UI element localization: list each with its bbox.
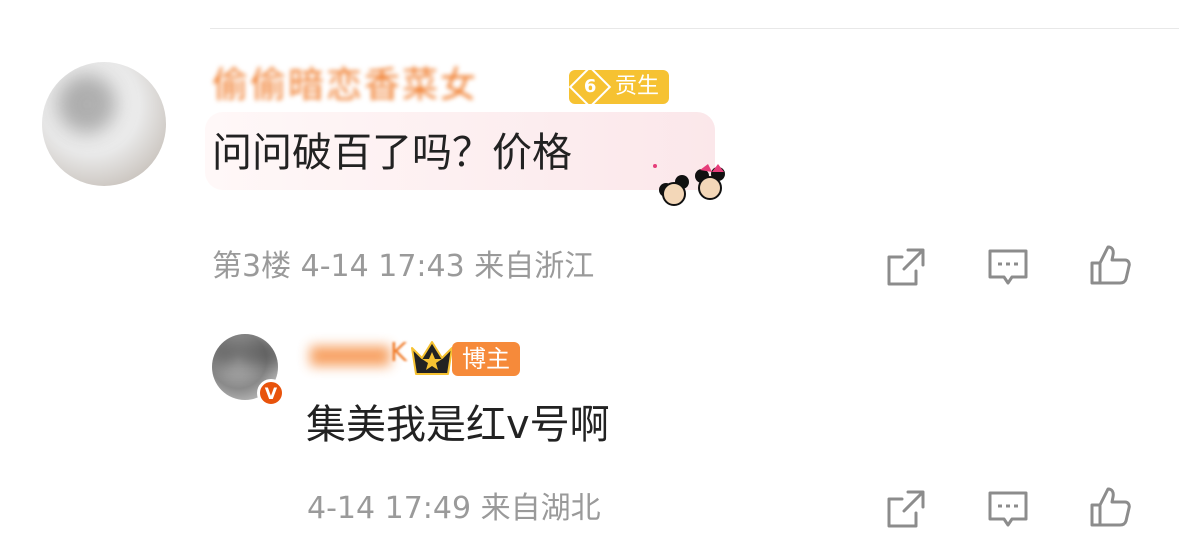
like-button[interactable]: [1088, 243, 1132, 287]
comment-author-name[interactable]: 偷偷暗恋香菜女: [212, 64, 478, 108]
verified-v-icon: V: [257, 379, 285, 407]
reply-author-name-tail: K: [390, 338, 408, 368]
crown-icon: [411, 341, 453, 375]
like-icon: [1090, 487, 1131, 527]
name-obscured-smudge: [310, 346, 390, 366]
comment-icon: [988, 249, 1028, 285]
reply-share-button[interactable]: [884, 487, 928, 531]
share-icon: [887, 248, 925, 286]
comment-icon: [988, 491, 1028, 527]
reply-author-name[interactable]: K: [310, 338, 407, 370]
reply-location: 来自湖北: [480, 491, 601, 526]
comment-text: 问问破百了吗？价格: [212, 130, 572, 176]
level-badge: 6 贡生: [568, 65, 670, 109]
floor-number: 第3楼: [212, 249, 292, 284]
author-badge: 博主: [452, 342, 520, 376]
level-badge-label: 贡生: [615, 74, 660, 99]
reply-text: 集美我是红v号啊: [306, 402, 610, 448]
reply-like-button[interactable]: [1088, 485, 1132, 529]
avatar[interactable]: [42, 62, 166, 186]
reply-time: 4-14 17:49: [307, 491, 472, 526]
level-diamond-icon: 6: [568, 65, 612, 109]
reply-comment-button[interactable]: [986, 487, 1030, 531]
comment-meta: 第3楼 4-14 17:43 来自浙江: [212, 248, 594, 286]
mickey-minnie-sticker-icon: [653, 164, 725, 206]
share-button[interactable]: [884, 245, 928, 289]
comment-button[interactable]: [986, 245, 1030, 289]
comment-location: 来自浙江: [474, 249, 595, 284]
like-icon: [1090, 245, 1131, 285]
share-icon: [887, 490, 925, 528]
top-divider: [210, 28, 1179, 29]
comment-time: 4-14 17:43: [300, 249, 465, 284]
reply-meta: 4-14 17:49 来自湖北: [307, 490, 601, 528]
